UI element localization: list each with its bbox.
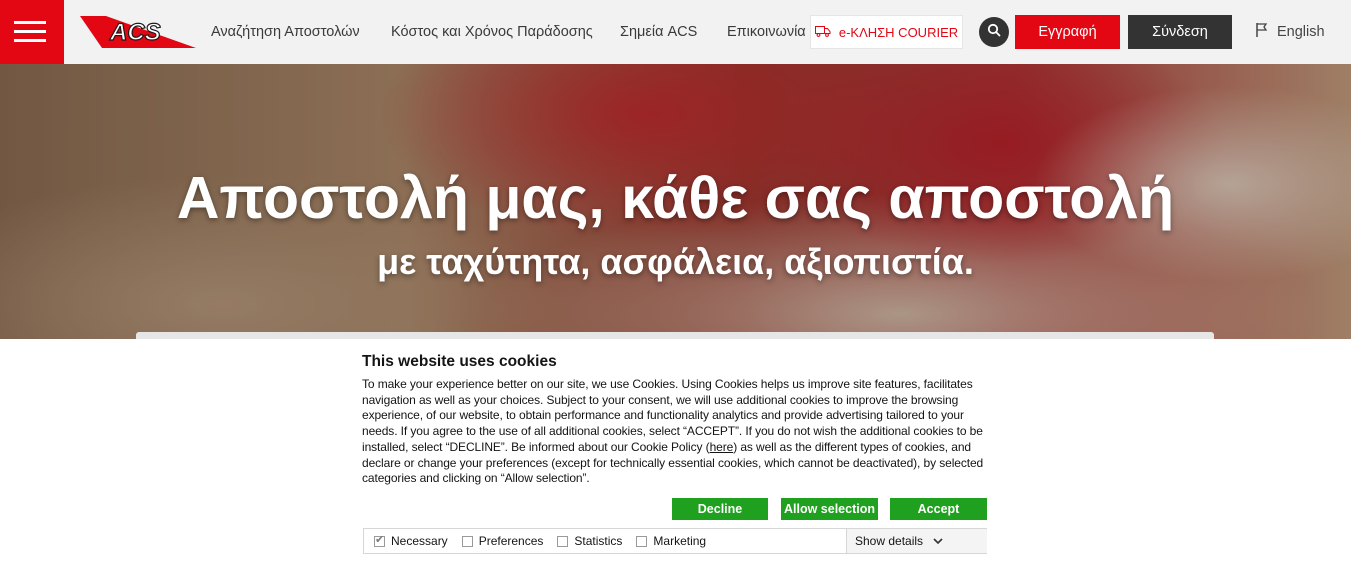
e-courier-call-button[interactable]: e-ΚΛΗΣΗ COURIER (810, 15, 963, 49)
e-courier-label: e-ΚΛΗΣΗ COURIER (838, 24, 959, 40)
menu-button[interactable] (0, 0, 64, 64)
preferences-option[interactable]: Preferences (461, 534, 544, 548)
marketing-label: Marketing (653, 534, 707, 548)
marketing-checkbox[interactable] (636, 535, 648, 547)
statistics-checkbox[interactable] (557, 535, 569, 547)
truck-icon (814, 25, 831, 40)
nav-link[interactable]: Αναζήτηση Αποστολών (211, 24, 360, 40)
logo-text: ACS (109, 19, 161, 46)
login-button[interactable]: Σύνδεση (1128, 15, 1232, 49)
necessary-option[interactable]: Necessary (374, 533, 448, 548)
cookie-banner-text: To make your experience better on our si… (362, 377, 988, 487)
accept-button[interactable]: Accept (890, 498, 987, 520)
nav-link[interactable]: Σημεία ACS (620, 24, 697, 40)
nav-link[interactable]: Κόστος και Χρόνος Παράδοσης (391, 24, 593, 40)
cookie-banner-title: This website uses cookies (362, 353, 557, 370)
preferences-checkbox[interactable] (461, 535, 473, 547)
hero-search-panel-edge (136, 332, 1214, 339)
decline-button[interactable]: Decline (672, 498, 768, 520)
preferences-label: Preferences (478, 534, 544, 548)
show-details-button[interactable]: Show details (846, 529, 987, 553)
language-switch[interactable]: English (1255, 22, 1325, 42)
language-label: English (1277, 24, 1325, 40)
nav-item-cost-and-delivery-time[interactable]: Κόστος και Χρόνος Παράδοσης (391, 0, 593, 64)
nav-item-shipment-search[interactable]: Αναζήτηση Αποστολών (211, 0, 360, 64)
search-button[interactable] (979, 17, 1009, 47)
hamburger-line (14, 39, 46, 42)
hamburger-line (14, 21, 46, 24)
chevron-down-icon (933, 534, 943, 548)
register-button[interactable]: Εγγραφή (1015, 15, 1120, 49)
allow-selection-button[interactable]: Allow selection (781, 498, 878, 520)
necessary-checkbox[interactable] (374, 533, 385, 547)
nav-item-contact[interactable]: Επικοινωνία (727, 0, 806, 64)
hero-subtitle: με ταχύτητα, ασφάλεια, αξιοπιστία. (377, 241, 974, 282)
hero-title: Αποστολή μας, κάθε σας αποστολή (176, 165, 1175, 231)
flag-icon (1255, 22, 1269, 42)
show-details-label: Show details (855, 534, 924, 548)
search-icon (987, 23, 1001, 42)
hamburger-line (14, 30, 46, 33)
hero-banner: Αποστολή μας, κάθε σας αποστολή με ταχύτ… (0, 64, 1351, 339)
cookie-policy-link[interactable]: here (710, 440, 734, 454)
necessary-label: Necessary (391, 534, 448, 548)
nav-link[interactable]: Επικοινωνία (727, 24, 806, 40)
acs-logo[interactable]: ACS (80, 14, 196, 50)
marketing-option[interactable]: Marketing (636, 534, 706, 548)
statistics-label: Statistics (574, 534, 623, 548)
statistics-option[interactable]: Statistics (557, 534, 622, 548)
cookie-preferences-bar: Necessary Preferences Statistics Marketi… (363, 528, 987, 554)
nav-item-acs-points[interactable]: Σημεία ACS (620, 0, 697, 64)
top-navigation-bar: ACS Αναζήτηση Αποστολών Κόστος και Χρόνο… (0, 0, 1351, 64)
